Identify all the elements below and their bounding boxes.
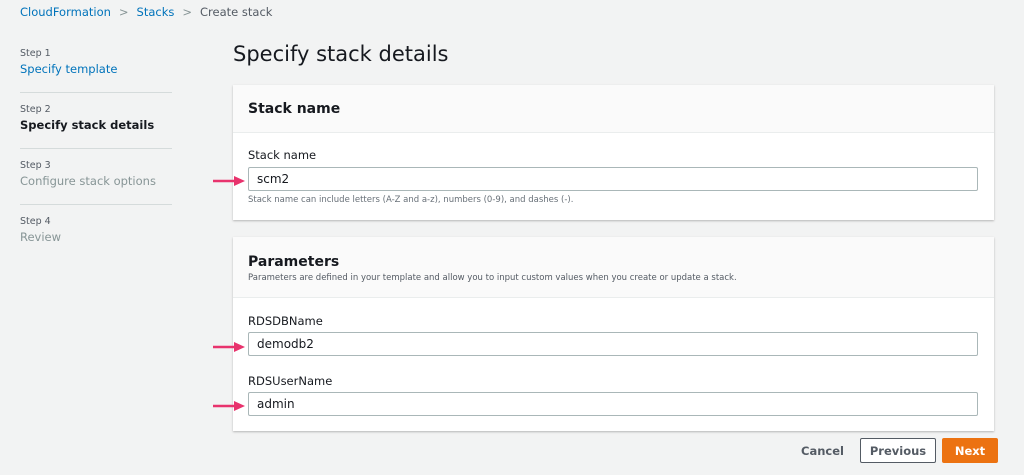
breadcrumb-current: Create stack [200,5,273,19]
wizard-steps: Step 1 Specify template Step 2 Specify sta… [20,48,172,272]
card-description: Parameters are defined in your template … [248,273,737,283]
rdsdbname-input[interactable] [248,332,978,356]
stack-name-card: Stack name Stack name Stack name can inc… [233,85,994,220]
chevron-right-icon: > [118,5,129,19]
stack-name-input[interactable] [248,167,978,191]
stack-name-label: Stack name [248,148,317,162]
card-title: Parameters [248,254,340,270]
step-number: Step 2 [20,104,51,115]
parameters-card: Parameters Parameters are defined in you… [233,237,994,431]
breadcrumb-cloudformation[interactable]: CloudFormation [20,5,111,19]
breadcrumb: CloudFormation > Stacks > Create stack [20,5,272,19]
step-2: Step 2 Specify stack details [20,104,172,149]
step-1: Step 1 Specify template [20,48,172,93]
step-number: Step 3 [20,160,51,171]
step-number: Step 4 [20,216,51,227]
stack-name-hint: Stack name can include letters (A-Z and … [248,195,574,205]
step-current: Specify stack details [20,118,155,132]
rdsusername-label: RDSUserName [248,374,333,388]
arrow-icon [213,401,245,411]
chevron-right-icon: > [182,5,193,19]
card-title: Stack name [248,101,341,117]
next-button[interactable]: Next [942,438,998,463]
previous-button[interactable]: Previous [860,438,936,463]
step-disabled: Configure stack options [20,174,156,188]
step-number: Step 1 [20,48,51,59]
breadcrumb-stacks[interactable]: Stacks [137,5,175,19]
cancel-button[interactable]: Cancel [795,438,850,463]
step-4: Step 4 Review [20,216,172,261]
page-title: Specify stack details [233,42,449,66]
rdsdbname-label: RDSDBName [248,314,323,328]
step-disabled: Review [20,230,62,244]
rdsusername-input[interactable] [248,392,978,416]
arrow-icon [213,342,245,352]
step-link-specify-template[interactable]: Specify template [20,62,172,76]
arrow-icon [213,176,245,186]
step-3: Step 3 Configure stack options [20,160,172,205]
